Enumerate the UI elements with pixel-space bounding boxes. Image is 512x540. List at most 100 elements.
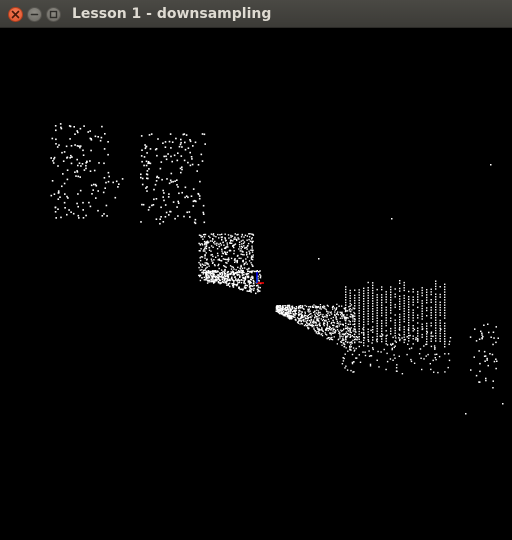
point	[114, 196, 117, 199]
point	[214, 276, 216, 278]
point	[391, 348, 393, 351]
point	[370, 355, 372, 357]
point	[227, 258, 229, 261]
point	[399, 316, 401, 318]
point	[243, 245, 245, 247]
point	[239, 267, 241, 270]
point	[345, 327, 347, 330]
point	[489, 353, 491, 355]
point	[317, 313, 319, 315]
point	[401, 373, 404, 375]
point	[341, 317, 343, 319]
point	[245, 251, 248, 254]
point	[227, 257, 230, 259]
point	[329, 328, 331, 331]
point	[66, 195, 68, 198]
point	[221, 239, 223, 241]
maximize-button[interactable]	[46, 7, 61, 22]
point	[165, 155, 167, 158]
point	[318, 323, 320, 325]
point	[210, 233, 213, 235]
point	[194, 218, 197, 221]
point	[437, 371, 439, 374]
point-cloud[interactable]	[0, 28, 512, 540]
point	[345, 333, 347, 335]
point	[363, 308, 365, 310]
point	[421, 326, 423, 328]
point	[224, 247, 227, 249]
point	[355, 347, 357, 350]
point	[228, 273, 230, 276]
point	[341, 333, 343, 335]
close-button[interactable]	[8, 7, 23, 22]
point	[332, 330, 334, 332]
point	[100, 136, 103, 139]
point	[339, 321, 341, 323]
point	[412, 301, 414, 303]
point	[352, 371, 354, 373]
point	[197, 192, 199, 195]
point	[354, 318, 356, 320]
point	[208, 281, 210, 283]
point	[444, 340, 446, 343]
point	[331, 336, 333, 339]
point	[198, 195, 201, 197]
minimize-button[interactable]	[27, 7, 42, 22]
point	[173, 154, 176, 157]
point	[147, 209, 150, 211]
point	[243, 280, 245, 283]
point	[385, 324, 387, 327]
point	[399, 319, 401, 321]
point	[210, 278, 212, 280]
point	[190, 156, 193, 158]
point	[435, 303, 437, 306]
point	[311, 323, 313, 325]
point	[161, 178, 163, 181]
point	[243, 271, 245, 274]
point	[177, 200, 179, 203]
point	[228, 258, 230, 261]
point	[149, 148, 152, 150]
point	[319, 322, 321, 324]
point	[330, 317, 332, 320]
point	[245, 246, 248, 249]
point	[336, 322, 338, 324]
point	[408, 296, 410, 298]
point	[493, 337, 495, 339]
point	[408, 298, 410, 300]
point	[229, 278, 231, 281]
title-bar[interactable]: Lesson 1 - downsampling	[0, 0, 512, 28]
point	[76, 202, 78, 205]
point	[325, 308, 327, 311]
point	[469, 336, 472, 338]
point	[304, 304, 306, 307]
point	[248, 260, 251, 262]
point	[385, 330, 387, 332]
point	[410, 360, 413, 363]
point	[343, 328, 345, 330]
point	[439, 314, 441, 316]
point	[168, 140, 171, 143]
point	[204, 246, 206, 248]
point	[334, 329, 337, 332]
point	[332, 308, 334, 310]
point	[368, 355, 371, 357]
point	[201, 133, 204, 135]
point	[350, 327, 352, 329]
point	[349, 345, 351, 348]
point	[280, 310, 283, 312]
point	[341, 344, 343, 346]
point	[62, 173, 64, 175]
point	[421, 305, 423, 307]
point-cloud-viewport[interactable]	[0, 28, 512, 540]
point	[234, 238, 236, 240]
point	[408, 332, 410, 334]
point	[79, 127, 82, 130]
point	[395, 370, 398, 372]
point	[341, 312, 343, 314]
point	[399, 313, 401, 316]
point	[231, 235, 234, 237]
point	[204, 264, 206, 266]
point	[66, 178, 69, 181]
point	[294, 310, 296, 312]
